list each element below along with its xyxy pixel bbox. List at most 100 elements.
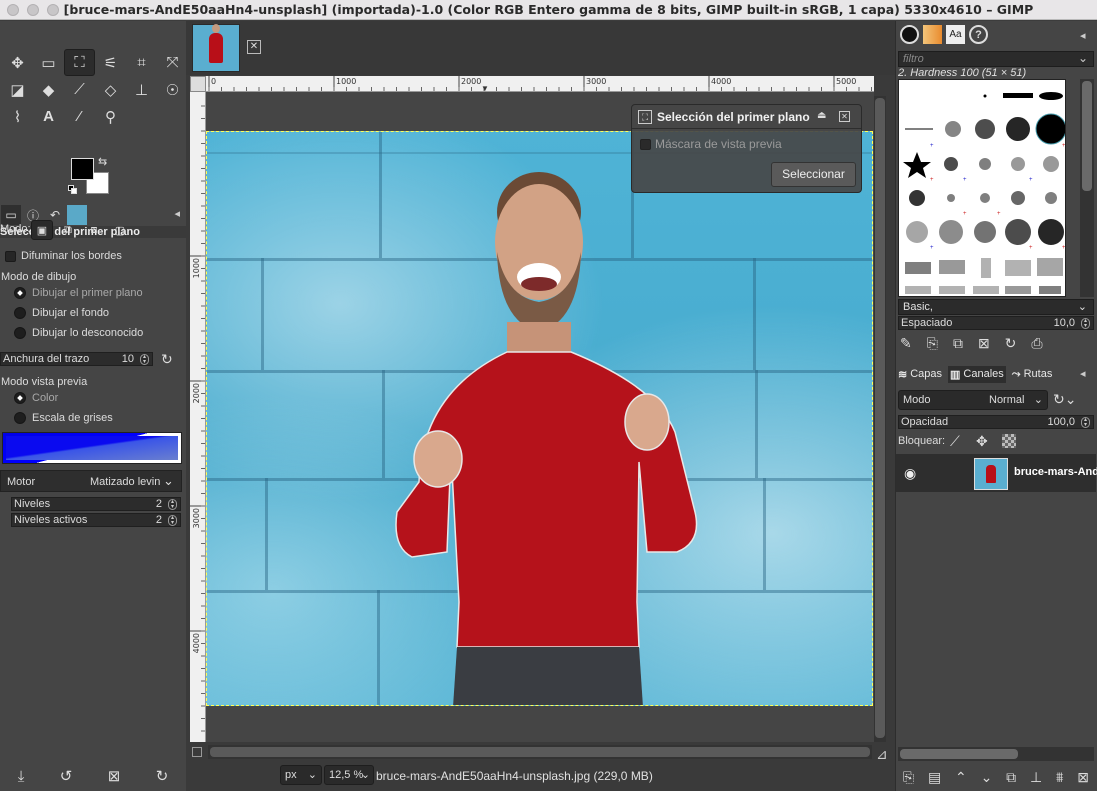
close-icon[interactable]: ✕ [247,40,261,54]
anchor-layer-icon[interactable]: ⊥ [1030,769,1042,786]
brush-grid[interactable]: + + + + + + + + + + [898,79,1066,297]
zoom-combo[interactable]: 12,5 % ⌄ [324,765,374,785]
reset-colors-icon[interactable] [68,185,78,195]
duplicate-layer-icon[interactable]: ⧉ [1006,769,1016,786]
preview-grayscale-radio[interactable] [14,412,26,424]
layer-name[interactable]: bruce-mars-AndE [1014,466,1097,478]
clone-icon[interactable]: ⊥ [126,76,157,103]
brush-filter-input[interactable]: filtro [898,51,1094,67]
layer-row[interactable]: ◉ bruce-mars-AndE [896,454,1097,492]
lock-position-icon[interactable]: ✥ [976,433,988,450]
rect-select-icon[interactable]: ▭ [33,49,64,76]
save-options-icon[interactable]: ⤓ [18,768,25,785]
lock-pixels-icon[interactable]: ⟋ [950,433,960,450]
tool-options-tab-icon[interactable]: ▭ [1,205,21,225]
path-icon[interactable]: ⌇ [2,103,33,130]
stroke-width-field[interactable]: Anchura del trazo 10 ▴ ▾ [0,352,153,366]
delete-layer-icon[interactable]: ⊠ [1077,769,1089,786]
eraser-icon[interactable]: ◇ [95,76,126,103]
merge-layer-icon[interactable]: ⩩ [1056,769,1063,786]
mode-replace-icon[interactable]: ▣ [31,220,53,240]
image-tab-thumbnail[interactable] [192,24,240,72]
warp-icon[interactable]: ⤧ [157,49,188,76]
horizontal-scrollbar[interactable] [208,745,872,759]
spin-icon[interactable]: ▴ ▾ [1081,318,1090,329]
spin-icon[interactable]: ▴ ▾ [168,499,177,510]
refresh-brushes-icon[interactable]: ↻ [1005,335,1017,352]
draw-background-radio[interactable] [14,307,26,319]
chevron-down-icon[interactable]: ⌄ [1078,51,1088,65]
tab-layers[interactable]: ≋ Capas [898,368,942,381]
gradients-tab-icon[interactable] [923,25,942,44]
bucket-fill-icon[interactable]: ◪ [2,76,33,103]
unit-combo[interactable]: px ⌄ [280,765,322,785]
fonts-tab-icon[interactable]: Aa [946,25,965,44]
edit-brush-icon[interactable]: ✎ [900,335,912,352]
fuzzy-select-icon[interactable]: ⚟ [95,49,126,76]
delete-brush-icon[interactable]: ⊠ [978,335,990,352]
spacing-field[interactable]: Espaciado 10,0 ▴ ▾ [898,316,1094,330]
text-icon[interactable]: A [33,103,64,130]
brush-preset-combo[interactable]: Basic, ⌄ [898,299,1094,315]
layers-scrollbar[interactable] [898,747,1094,761]
paint-icon[interactable]: ◆ [33,76,64,103]
levels-field[interactable]: Niveles 2 ▴ ▾ [11,497,181,511]
eject-icon[interactable]: ⏏ [817,110,826,121]
navigate-icon[interactable]: ⊿ [876,746,888,763]
opacity-field[interactable]: Opacidad 100,0 ▴ ▾ [898,415,1094,429]
horizontal-ruler[interactable]: 0 1000 2000 3000 4000 5000 ▼ [206,76,874,92]
swap-colors-icon[interactable]: ⇆ [98,155,107,168]
brushes-tab-icon[interactable] [900,25,919,44]
open-brush-icon[interactable]: ⎙ [1031,335,1042,352]
eye-icon[interactable]: ◉ [904,465,916,482]
lower-layer-icon[interactable]: ⌄ [981,769,993,786]
mode-subtract-icon[interactable]: ⧈ [83,220,105,240]
engine-combo[interactable]: Motor Matizado levin ⌄ [0,470,182,492]
close-icon[interactable]: ✕ [839,111,850,122]
active-levels-field[interactable]: Niveles activos 2 ▴ ▾ [11,513,181,527]
layer-mode-combo[interactable]: Modo Normal ⌄ [898,390,1048,410]
vertical-ruler[interactable]: 1000 2000 3000 4000 [190,92,206,742]
reset-mode-icon[interactable]: ↻⌄ [1053,391,1076,408]
new-group-icon[interactable]: ▤ [928,769,941,786]
mode-intersect-icon[interactable]: ▢ [109,220,131,240]
delete-options-icon[interactable]: ⊠ [108,767,121,785]
smudge-icon[interactable]: ☉ [157,76,188,103]
color-picker-icon[interactable]: ⁄ [64,103,95,130]
foreground-color-swatch[interactable] [71,158,94,180]
preview-mask-checkbox[interactable] [640,139,651,150]
move-icon[interactable]: ✥ [2,49,33,76]
preview-color-radio[interactable] [14,392,26,404]
mask-color-button[interactable] [2,432,182,464]
spin-icon[interactable]: ▴ ▾ [140,354,149,365]
feather-checkbox[interactable] [5,251,16,262]
raise-layer-icon[interactable]: ⌃ [955,769,967,786]
dock-menu-icon[interactable]: ◂ [1080,29,1086,42]
dock-menu-icon[interactable]: ◂ [1080,367,1086,380]
crop-icon[interactable]: ⌗ [126,49,157,76]
brush-icon[interactable]: ⟋ [64,76,95,103]
draw-unknown-radio[interactable] [14,327,26,339]
restore-options-icon[interactable]: ↺ [60,767,73,785]
duplicate-brush-icon[interactable]: ⧉ [953,335,963,352]
brush-scrollbar[interactable] [1080,79,1094,297]
ruler-corner-menu[interactable] [190,76,206,92]
zoom-icon[interactable]: ⚲ [95,103,126,130]
select-button[interactable]: Seleccionar [771,162,856,187]
lock-alpha-icon[interactable] [1002,434,1016,448]
foreground-select-icon[interactable]: ⛶ [64,49,95,76]
help-icon[interactable]: ? [969,25,988,44]
new-layer-icon[interactable]: ⎘ [903,769,914,786]
dock-menu-icon[interactable]: ◂ [174,207,180,220]
spin-icon[interactable]: ▴ ▾ [168,515,177,526]
mode-add-icon[interactable]: ⧉ [57,220,79,240]
tab-paths[interactable]: ⤳ Rutas [1012,368,1053,381]
new-brush-icon[interactable]: ⎘ [927,335,938,352]
quick-mask-toggle[interactable] [192,747,202,757]
vertical-scrollbar[interactable] [874,96,886,742]
draw-foreground-radio[interactable] [14,287,26,299]
tab-channels[interactable]: ▥ Canales [948,365,1006,383]
image-canvas[interactable] [206,131,873,706]
reset-stroke-icon[interactable]: ↻ [161,351,173,368]
spin-icon[interactable]: ▴ ▾ [1081,417,1090,428]
